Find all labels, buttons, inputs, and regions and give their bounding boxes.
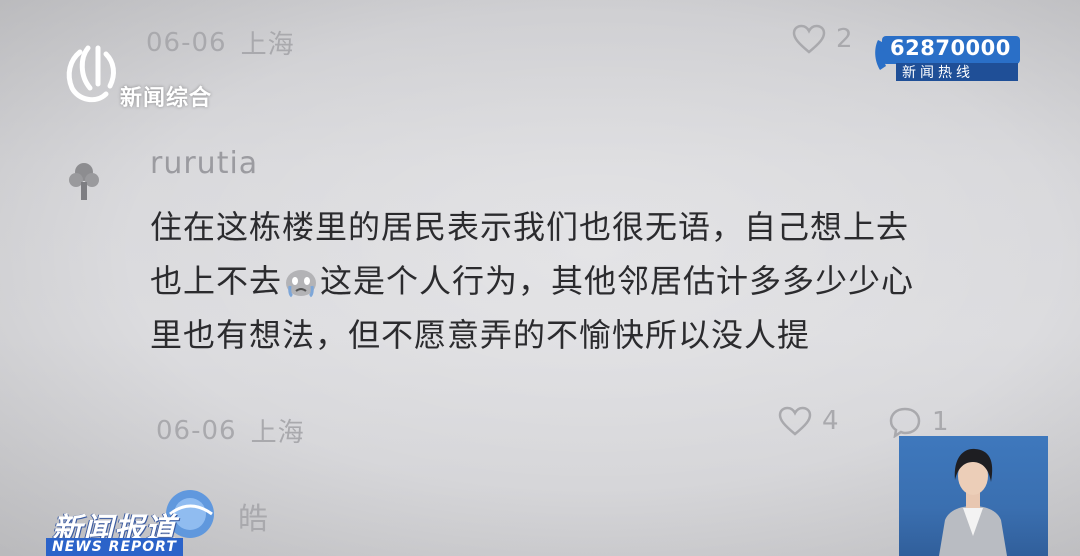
comment-line-1: 住在这栋楼里的居民表示我们也很无语，自己想上去	[150, 208, 910, 246]
comment-body: 住在这栋楼里的居民表示我们也很无语，自己想上去 也上不去 这是个人行为，其他邻居…	[150, 200, 940, 362]
interpreter-figure-icon	[939, 448, 1007, 556]
crying-emoji-icon	[286, 270, 317, 298]
comment-meta: 06-06 上海	[156, 412, 305, 449]
comment-reply-button[interactable]: 1	[888, 406, 949, 438]
heart-icon	[792, 24, 826, 54]
hotline-label: 新闻热线	[902, 65, 974, 81]
comment-line-2-part-1: 也上不去	[150, 262, 283, 300]
comment-line-2-part-2: 这是个人行为，其他邻居估计多多少少心	[320, 262, 915, 300]
program-subtitle: NEWS REPORT	[46, 538, 183, 556]
avatar[interactable]	[66, 160, 102, 202]
comment-like-button[interactable]: 4	[778, 406, 839, 436]
comment-location: 上海	[250, 418, 305, 448]
comment-line-2: 也上不去 这是个人行为，其他邻居估计多多少少心	[150, 254, 940, 308]
prev-comment-location: 上海	[240, 30, 295, 60]
sign-language-interpreter-inset	[899, 436, 1048, 556]
next-comment-username[interactable]: 皓	[238, 494, 268, 538]
hotline-number: 62870000	[890, 36, 1011, 60]
comment-date: 06-06	[156, 415, 237, 446]
comment-reply-count: 1	[932, 407, 949, 437]
heart-icon	[778, 406, 812, 436]
comment-line-3: 里也有想法，但不愿意弄的不愉快所以没人提	[150, 316, 811, 354]
channel-name: 新闻综合	[120, 86, 213, 111]
prev-comment-like-button[interactable]: 2	[792, 24, 853, 54]
speech-bubble-icon	[889, 407, 921, 438]
comment-username[interactable]: rurutia	[150, 146, 258, 181]
prev-comment-like-count: 2	[836, 24, 853, 54]
comment-like-count: 4	[822, 406, 839, 436]
